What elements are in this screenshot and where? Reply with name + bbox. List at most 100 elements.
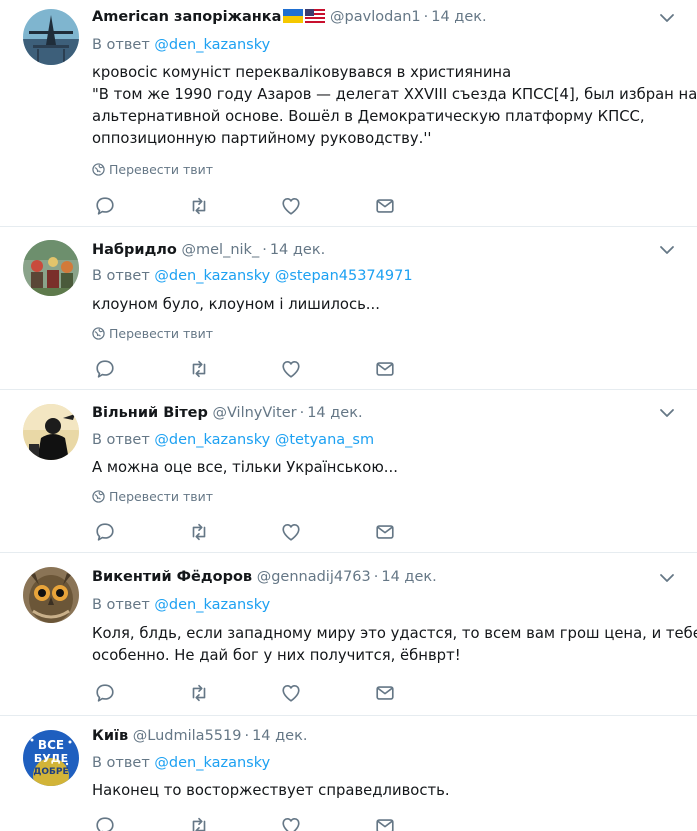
tweet[interactable]: Набридло @mel_nik_ · 14 дек. В ответ @den_… — [0, 227, 697, 390]
mention-link[interactable]: @stepan45374971 — [275, 268, 413, 284]
display-name[interactable]: Набридло — [92, 242, 177, 258]
user-handle[interactable]: @mel_nik_ — [182, 242, 260, 258]
like-icon — [282, 685, 300, 702]
retweet-icon — [192, 360, 206, 378]
tweet-header: American запоріжанка @pavlodan1 · 14 дек. — [92, 7, 487, 27]
tweet-text: Наконец то восторжествует справедливость… — [92, 780, 682, 802]
chevron-down-icon[interactable] — [659, 572, 675, 584]
like-button[interactable] — [280, 815, 304, 831]
translate-label: Перевести твит — [109, 326, 214, 341]
direct-message-button[interactable] — [374, 358, 398, 380]
reply-button[interactable] — [94, 682, 118, 704]
ukraine-usa-flags-icon — [283, 9, 326, 23]
reply-icon — [96, 817, 114, 831]
avatar[interactable]: ВСЕ БУДЕ ДОБРЕ — [23, 730, 79, 786]
separator: · — [299, 405, 305, 421]
tweet-text-line: А можна оце все, тільки Українською... — [92, 459, 398, 476]
display-name[interactable]: American запоріжанка — [92, 9, 281, 25]
timestamp[interactable]: 14 дек. — [270, 242, 325, 258]
timestamp[interactable]: 14 дек. — [252, 728, 307, 744]
avatar[interactable] — [23, 567, 79, 623]
tweet-header: Набридло @mel_nik_ · 14 дек. — [92, 240, 325, 260]
tweet-text-line: альтернативной основе. Вошёл в Демократи… — [92, 108, 645, 125]
like-button[interactable] — [280, 358, 304, 380]
tweet-text-line: клоуном було, клоуном і лишилось... — [92, 296, 380, 313]
mention-link[interactable]: @tetyana_sm — [275, 432, 374, 448]
user-handle[interactable]: @Ludmila5519 — [133, 728, 242, 744]
globe-icon — [92, 490, 105, 503]
tweet-actions — [94, 195, 414, 217]
timestamp[interactable]: 14 дек. — [307, 405, 362, 421]
mention-link[interactable]: @den_kazansky — [154, 37, 270, 53]
mention-link[interactable]: @den_kazansky — [154, 432, 270, 448]
tweet-actions — [94, 815, 414, 831]
reply-prefix: В ответ — [92, 597, 150, 613]
timestamp[interactable]: 14 дек. — [431, 9, 486, 25]
translate-tweet-link[interactable]: Перевести твит — [92, 489, 213, 505]
reply-prefix: В ответ — [92, 268, 150, 284]
like-button[interactable] — [280, 682, 304, 704]
retweet-button[interactable] — [188, 815, 212, 831]
tweet[interactable]: Вільний Вітер @VilnyViter · 14 дек. В отве… — [0, 390, 697, 553]
translate-tweet-link[interactable]: Перевести твит — [92, 326, 213, 342]
retweet-icon — [192, 197, 206, 215]
retweet-button[interactable] — [188, 682, 212, 704]
tweet-text: кровосіс комуніст перекваліковувався в х… — [92, 62, 697, 150]
reply-context: В ответ @den_kazansky — [92, 595, 270, 615]
direct-message-button[interactable] — [374, 682, 398, 704]
chevron-down-icon[interactable] — [659, 407, 675, 419]
user-handle[interactable]: @gennadij4763 — [257, 569, 371, 585]
translate-tweet-link[interactable]: Перевести твит — [92, 162, 213, 178]
direct-message-icon — [376, 686, 394, 700]
reply-icon — [96, 360, 114, 378]
chevron-down-icon[interactable] — [659, 244, 675, 256]
direct-message-button[interactable] — [374, 815, 398, 831]
tweet-text-line: кровосіс комуніст перекваліковувався в х… — [92, 64, 512, 81]
mention-link[interactable]: @den_kazansky — [154, 268, 270, 284]
tweet-text-line: Коля, блдь, если западному миру это удас… — [92, 625, 697, 642]
timestamp[interactable]: 14 дек. — [381, 569, 436, 585]
tweet-header: Вільний Вітер @VilnyViter · 14 дек. — [92, 403, 363, 423]
display-name[interactable]: Викентий Фёдоров — [92, 569, 252, 585]
tweet[interactable]: ВСЕ БУДЕ ДОБРЕ Київ @Ludmila5519 · 14 дек.… — [0, 716, 697, 831]
reply-button[interactable] — [94, 358, 118, 380]
tweet-actions — [94, 521, 414, 543]
globe-icon — [92, 327, 105, 340]
chevron-down-icon[interactable] — [659, 12, 675, 24]
direct-message-button[interactable] — [374, 521, 398, 543]
avatar[interactable] — [23, 9, 79, 65]
direct-message-icon — [376, 362, 394, 376]
tweet-text-line: "В том же 1990 году Азаров — делегат XXV… — [92, 86, 697, 103]
reply-prefix: В ответ — [92, 755, 150, 771]
avatar[interactable] — [23, 240, 79, 296]
reply-icon — [96, 197, 114, 215]
like-icon — [282, 818, 300, 831]
user-handle[interactable]: @VilnyViter — [212, 405, 296, 421]
mention-link[interactable]: @den_kazansky — [154, 597, 270, 613]
like-button[interactable] — [280, 521, 304, 543]
direct-message-button[interactable] — [374, 195, 398, 217]
retweet-button[interactable] — [188, 358, 212, 380]
tweet[interactable]: American запоріжанка @pavlodan1 · 14 дек. … — [0, 0, 697, 227]
separator: · — [423, 9, 429, 25]
reply-icon — [96, 684, 114, 702]
reply-button[interactable] — [94, 521, 118, 543]
like-button[interactable] — [280, 195, 304, 217]
avatar[interactable] — [23, 404, 79, 460]
separator: · — [262, 242, 267, 258]
reply-button[interactable] — [94, 815, 118, 831]
display-name[interactable]: Київ — [92, 728, 128, 744]
tweet[interactable]: Викентий Фёдоров @gennadij4763 · 14 дек. В… — [0, 553, 697, 716]
mention-link[interactable]: @den_kazansky — [154, 755, 270, 771]
reply-button[interactable] — [94, 195, 118, 217]
direct-message-icon — [376, 819, 394, 831]
tweet-header: Викентий Фёдоров @gennadij4763 · 14 дек. — [92, 567, 437, 587]
display-name[interactable]: Вільний Вітер — [92, 405, 208, 421]
tweet-actions — [94, 358, 414, 380]
retweet-button[interactable] — [188, 521, 212, 543]
translate-label: Перевести твит — [109, 162, 214, 177]
user-handle[interactable]: @pavlodan1 — [330, 9, 421, 25]
retweet-button[interactable] — [188, 195, 212, 217]
separator: · — [244, 728, 250, 744]
like-icon — [282, 361, 300, 378]
